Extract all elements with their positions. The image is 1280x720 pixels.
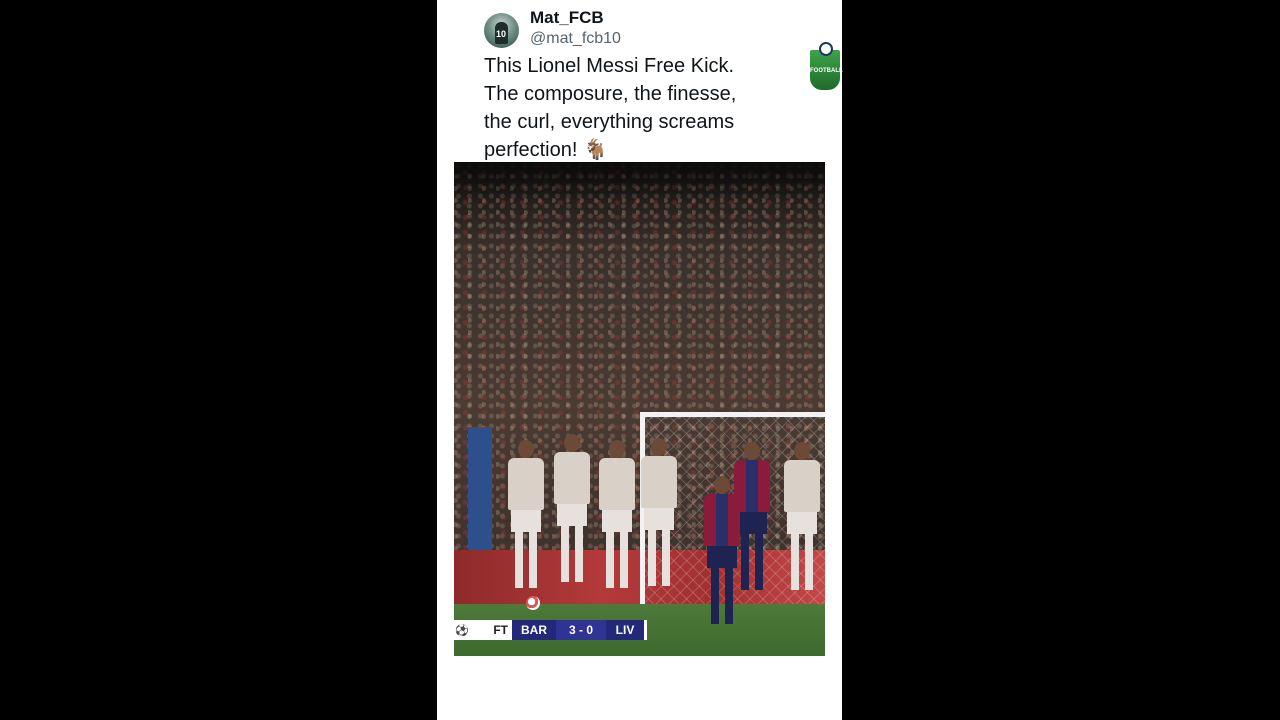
author-handle[interactable]: @mat_fcb10	[530, 30, 621, 48]
tweet-text-line: The composure, the finesse,	[484, 83, 737, 105]
author-avatar[interactable]: 10	[484, 13, 519, 48]
scoreboard: ⚽ FT BAR 3 - 0 LIV	[454, 620, 647, 640]
wall-player	[506, 440, 546, 590]
football-channel-logo: FOOTBALL	[808, 42, 843, 92]
wall-player	[639, 438, 679, 588]
video-top-shade	[454, 162, 825, 202]
champions-league-icon: ⚽	[454, 620, 470, 640]
match-status: FT	[470, 620, 512, 640]
tweet-text: This Lionel Messi Free Kick. The composu…	[484, 52, 814, 164]
author-name[interactable]: Mat_FCB	[530, 8, 604, 28]
wall-player	[552, 434, 592, 584]
defender-player	[782, 442, 822, 592]
match-score: 3 - 0	[556, 620, 606, 640]
home-team: BAR	[512, 620, 556, 640]
football	[526, 596, 540, 610]
video-player[interactable]: ⚽ FT BAR 3 - 0 LIV	[454, 162, 825, 656]
ball-icon	[819, 42, 833, 56]
wall-player	[597, 440, 637, 590]
free-kick-taker	[702, 476, 742, 626]
stadium-pillar	[468, 427, 492, 552]
tweet-text-line: perfection! 🐐	[484, 139, 608, 161]
tweet-card: 10 Mat_FCB @mat_fcb10 This Lionel Messi …	[437, 0, 843, 720]
tweet-text-line: the curl, everything screams	[484, 111, 735, 133]
away-team: LIV	[606, 620, 644, 640]
tweet-text-line: This Lionel Messi Free Kick.	[484, 55, 735, 77]
scoreboard-edge	[644, 620, 647, 640]
avatar-number: 10	[496, 29, 507, 39]
logo-text: FOOTBALL	[810, 68, 843, 74]
